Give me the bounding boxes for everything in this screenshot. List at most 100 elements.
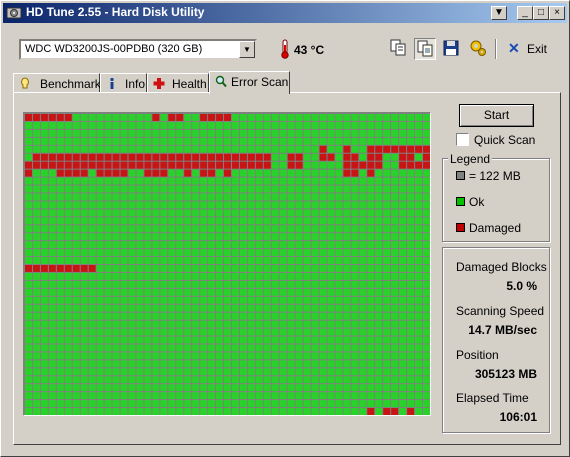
block-damaged [216, 161, 224, 169]
block-ok [247, 193, 255, 201]
block-ok [359, 217, 367, 225]
block-ok [104, 257, 112, 264]
tab-info[interactable]: Info [100, 73, 147, 93]
block-ok [231, 328, 239, 336]
block-ok [423, 336, 430, 344]
block-damaged [319, 153, 327, 161]
block-damaged [136, 161, 144, 169]
block-ok [224, 193, 231, 201]
block-ok [279, 185, 287, 193]
block-ok [224, 384, 231, 392]
block-ok [72, 137, 80, 145]
block-ok [144, 209, 152, 217]
start-button[interactable]: Start [459, 104, 534, 127]
tab-health[interactable]: Health [147, 73, 209, 93]
block-ok [303, 225, 311, 233]
block-ok [136, 288, 144, 296]
block-ok [128, 400, 136, 408]
block-ok [335, 304, 343, 312]
block-ok [48, 193, 56, 201]
block-ok [295, 265, 303, 272]
block-ok [407, 400, 415, 408]
arrow-down-icon[interactable]: ▼ [491, 6, 507, 20]
checkbox-box[interactable] [456, 133, 469, 146]
block-ok [391, 225, 399, 233]
block-ok [128, 272, 136, 280]
block-ok [192, 257, 200, 264]
exit-button[interactable]: ✕ Exit [506, 39, 550, 59]
block-damaged [343, 161, 351, 169]
block-damaged [40, 114, 48, 121]
block-ok [407, 280, 415, 288]
drive-select[interactable]: WDC WD3200JS-00PDB0 (320 GB) ▼ [19, 39, 257, 60]
block-ok [200, 241, 208, 249]
maximize-button[interactable]: □ [533, 6, 549, 20]
tab-benchmark[interactable]: Benchmark [13, 73, 101, 93]
block-ok [247, 137, 255, 145]
block-ok [96, 114, 104, 121]
options-button[interactable] [468, 38, 490, 60]
block-ok [224, 177, 231, 185]
title-bar[interactable]: HD Tune 2.55 - Hard Disk Utility ▼ _ □ × [3, 3, 567, 23]
block-ok [335, 280, 343, 288]
block-ok [415, 153, 423, 161]
block-ok [303, 384, 311, 392]
block-ok [343, 193, 351, 201]
block-ok [311, 344, 319, 352]
block-ok [247, 352, 255, 360]
block-ok [120, 296, 128, 304]
block-ok [335, 225, 343, 233]
block-damaged [96, 169, 104, 177]
block-ok [311, 360, 319, 368]
block-ok [80, 217, 88, 225]
block-damaged [208, 161, 216, 169]
copy-text-button[interactable] [388, 38, 410, 60]
block-ok [407, 225, 415, 233]
copy-screenshot-button[interactable] [414, 38, 436, 60]
block-ok [351, 177, 359, 185]
minimize-button[interactable]: _ [517, 6, 533, 20]
block-ok [152, 185, 160, 193]
block-ok [56, 384, 64, 392]
tab-error-scan[interactable]: Error Scan [209, 71, 290, 94]
block-ok [351, 360, 359, 368]
block-ok [343, 384, 351, 392]
block-ok [367, 257, 375, 264]
block-damaged [96, 153, 104, 161]
block-ok [152, 177, 160, 185]
block-ok [415, 121, 423, 129]
block-ok [56, 312, 64, 320]
block-ok [136, 225, 144, 233]
block-ok [423, 129, 430, 137]
chevron-down-icon[interactable]: ▼ [239, 41, 255, 58]
info-icon [110, 77, 114, 89]
block-ok [319, 177, 327, 185]
block-ok [247, 249, 255, 257]
block-ok [303, 153, 311, 161]
block-ok [200, 376, 208, 384]
block-ok [200, 392, 208, 400]
block-ok [415, 368, 423, 376]
block-ok [40, 288, 48, 296]
block-ok [184, 344, 192, 352]
block-ok [335, 344, 343, 352]
block-ok [88, 360, 96, 368]
block-ok [144, 344, 152, 352]
block-ok [88, 129, 96, 137]
block-ok [208, 360, 216, 368]
block-ok [383, 241, 391, 249]
block-ok [56, 121, 64, 129]
block-ok [40, 376, 48, 384]
save-button[interactable] [441, 38, 463, 60]
options-icon [470, 40, 486, 56]
block-ok [32, 185, 40, 193]
block-ok [192, 344, 200, 352]
block-ok [399, 225, 407, 233]
block-ok [399, 408, 407, 415]
close-button[interactable]: × [549, 6, 565, 20]
block-ok [255, 384, 263, 392]
block-ok [351, 137, 359, 145]
block-ok [247, 312, 255, 320]
block-ok [184, 177, 192, 185]
block-ok [327, 161, 335, 169]
